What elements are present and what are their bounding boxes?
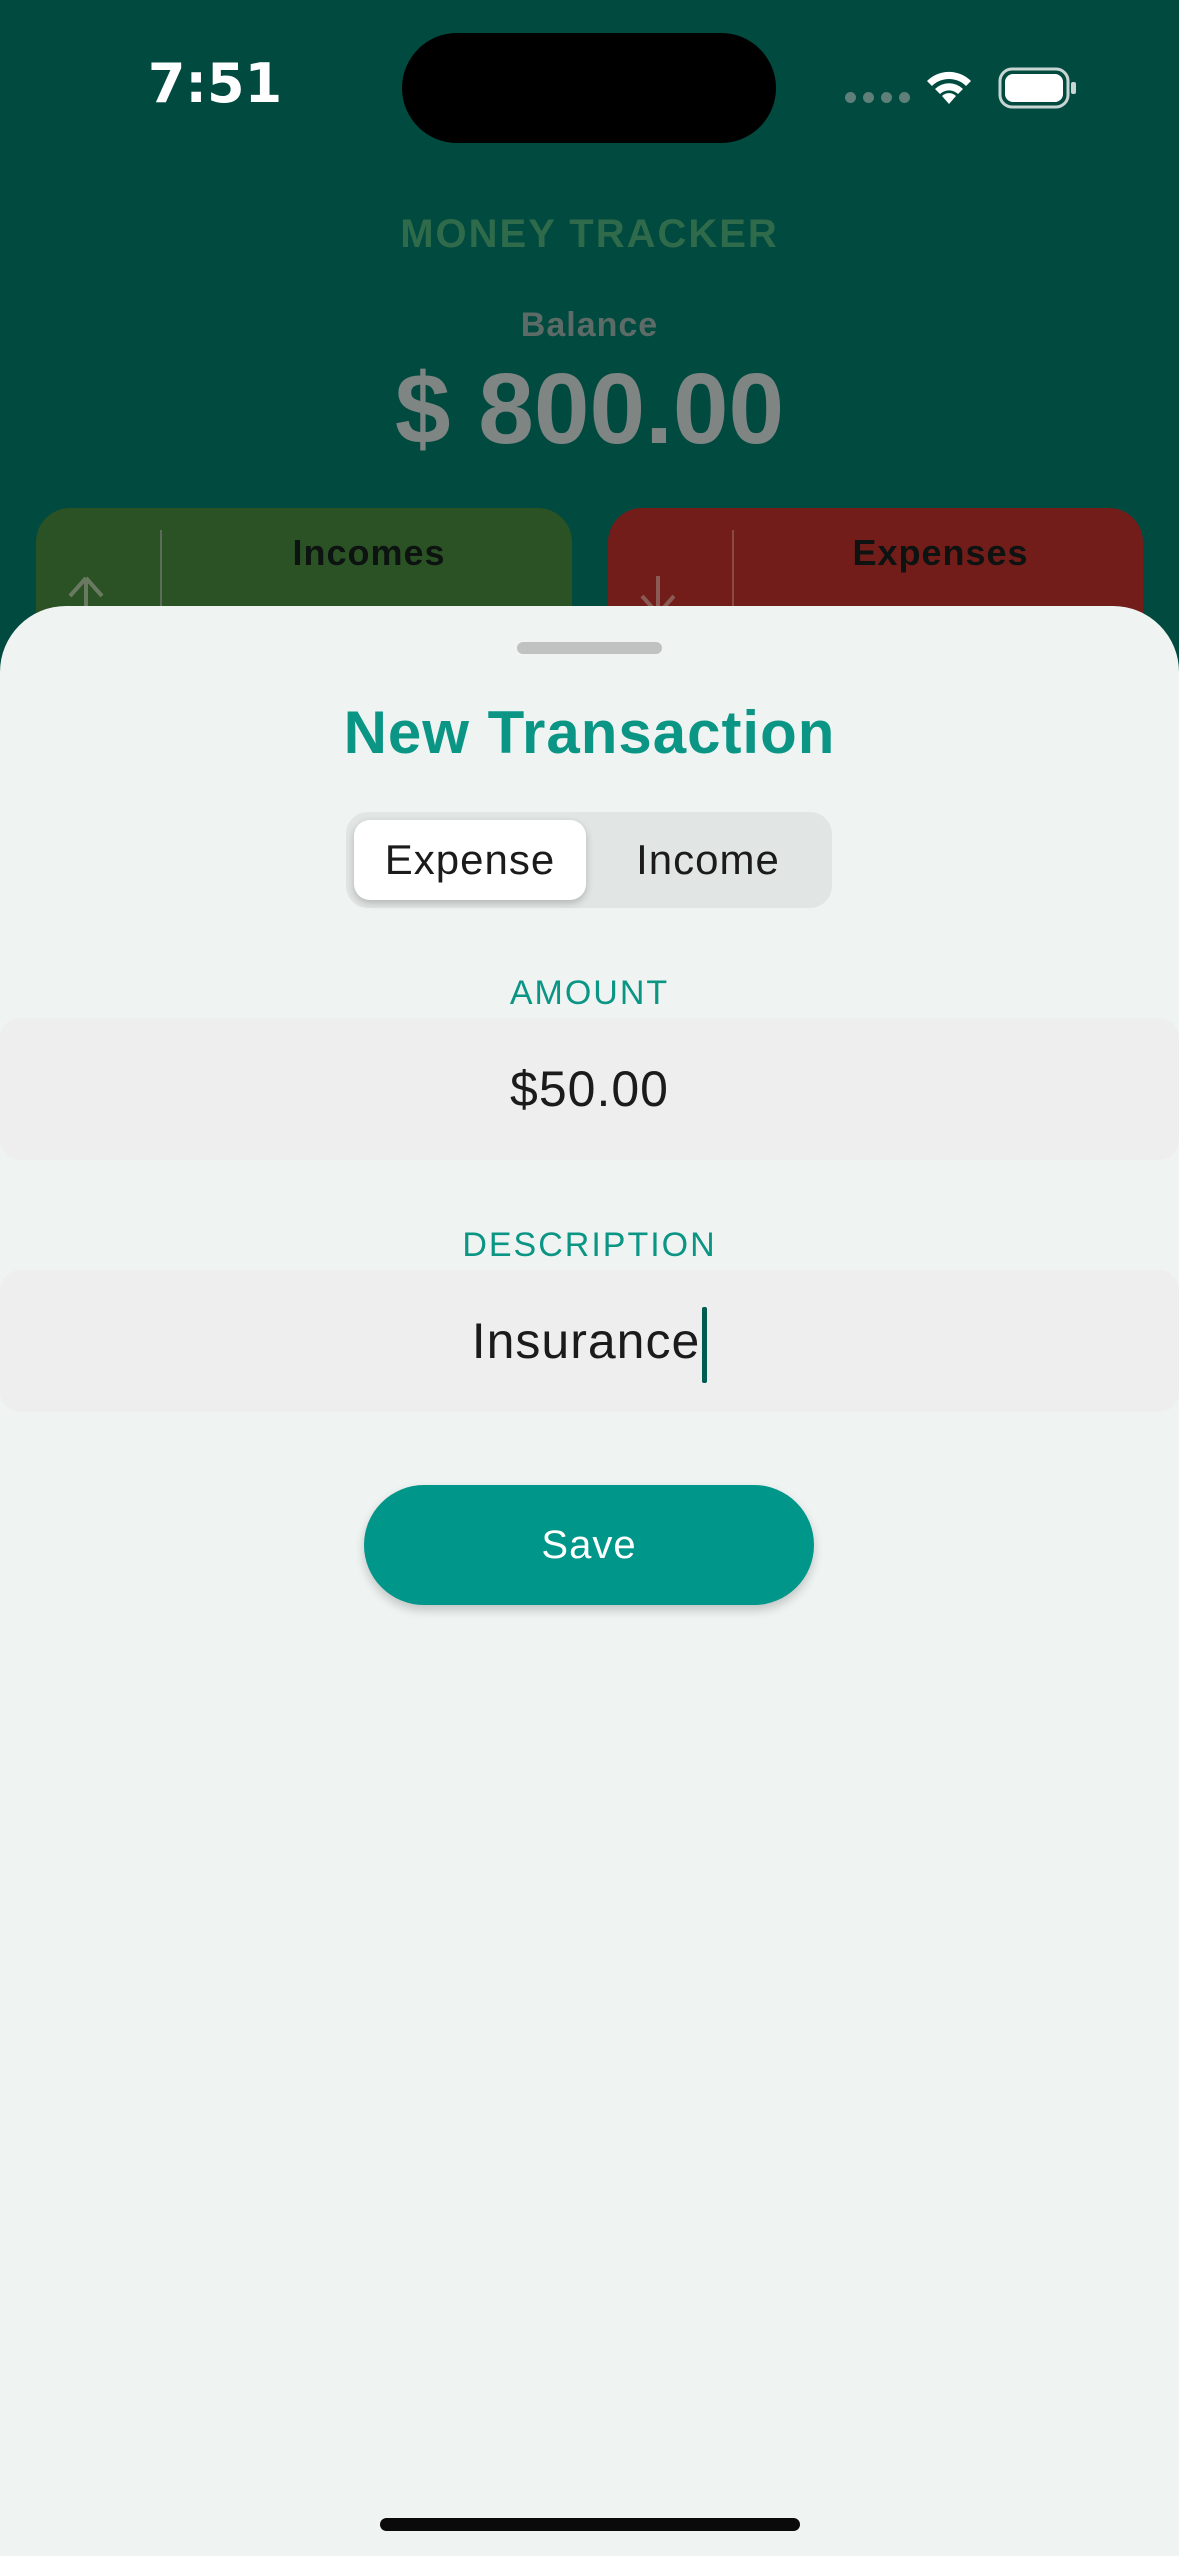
incomes-label: Incomes xyxy=(292,532,446,573)
text-cursor xyxy=(702,1306,708,1383)
balance-label: Balance xyxy=(520,306,659,344)
description-field[interactable]: Insurance xyxy=(0,1270,1179,1412)
wifi-icon xyxy=(927,71,971,104)
dynamic-island xyxy=(402,33,776,143)
amount-label: AMOUNT xyxy=(509,974,670,1012)
description-label: DESCRIPTION xyxy=(462,1226,717,1264)
description-value: Insurance xyxy=(471,1313,701,1369)
signal-dots-icon xyxy=(845,92,910,103)
new-transaction-sheet: New Transaction Expense Income AMOUNT $5… xyxy=(0,606,1179,2556)
amount-value: $50.00 xyxy=(510,1061,669,1117)
sheet-grabber[interactable] xyxy=(517,642,662,654)
transaction-type-segmented-control: Expense Income xyxy=(346,812,832,908)
save-button[interactable]: Save xyxy=(364,1485,814,1605)
balance-value: $ 800.00 xyxy=(394,353,785,465)
segment-income[interactable]: Income xyxy=(592,820,824,900)
sheet-title: New Transaction xyxy=(343,699,836,766)
amount-field[interactable]: $50.00 xyxy=(0,1018,1179,1160)
status-time: 7:51 xyxy=(147,52,283,115)
expenses-label: Expenses xyxy=(852,532,1029,573)
segment-expense[interactable]: Expense xyxy=(354,820,586,900)
home-indicator[interactable] xyxy=(380,2518,800,2531)
app-title: MONEY TRACKER xyxy=(400,212,779,256)
battery-icon xyxy=(998,67,1076,109)
